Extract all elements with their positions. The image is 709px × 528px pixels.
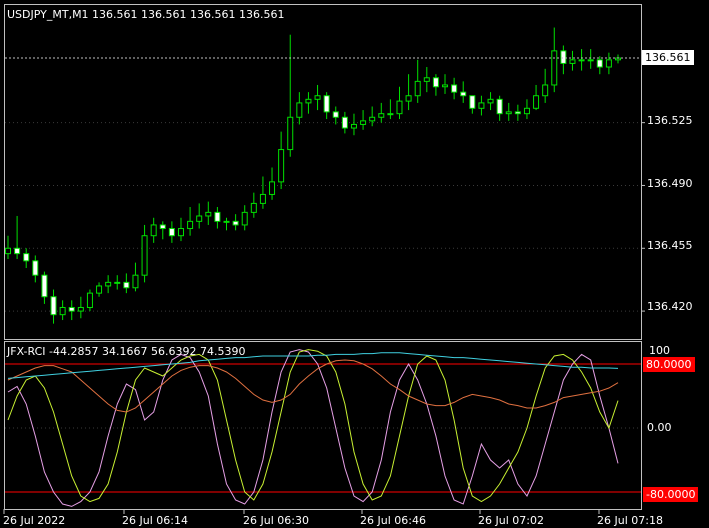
candle-body bbox=[5, 247, 11, 255]
chart-window[interactable]: USDJPY_MT,M1 136.561 136.561 136.561 136… bbox=[0, 0, 709, 528]
time-label: 26 Jul 2022 bbox=[3, 514, 66, 527]
candle-body bbox=[551, 50, 558, 86]
candle-body bbox=[68, 306, 75, 312]
candle-body bbox=[187, 220, 194, 230]
candle-body bbox=[460, 91, 467, 97]
time-label: 26 Jul 07:18 bbox=[597, 514, 663, 527]
candle-body bbox=[596, 59, 603, 68]
price-label: 136.420 bbox=[647, 300, 693, 313]
candle-body bbox=[560, 50, 567, 64]
candle-body bbox=[41, 274, 48, 298]
candle-body bbox=[50, 296, 57, 316]
chart-canvas[interactable] bbox=[0, 0, 709, 528]
candle-body bbox=[223, 220, 230, 223]
candle-body bbox=[141, 235, 148, 276]
candle-body bbox=[168, 228, 175, 237]
candle-body bbox=[387, 113, 394, 116]
candle-body bbox=[414, 80, 421, 97]
candle-body bbox=[123, 281, 130, 289]
candle-body bbox=[478, 102, 485, 109]
candle-body bbox=[132, 274, 139, 289]
candle-body bbox=[451, 84, 458, 93]
candle-body bbox=[86, 292, 93, 308]
candle-body bbox=[341, 116, 348, 129]
candle-body bbox=[278, 149, 285, 183]
candle-body bbox=[542, 84, 549, 97]
candle-body bbox=[378, 113, 385, 118]
candle-body bbox=[569, 59, 576, 64]
candle-body bbox=[32, 260, 39, 276]
candle-body bbox=[332, 111, 339, 118]
candle-body bbox=[442, 84, 449, 88]
indicator-axis-label: 0.00 bbox=[647, 421, 672, 434]
candle-body bbox=[177, 228, 184, 237]
price-label: 136.455 bbox=[647, 239, 693, 252]
price-label: 136.525 bbox=[647, 114, 693, 127]
current-price-tag: 136.561 bbox=[642, 50, 694, 66]
candle-body bbox=[396, 100, 403, 115]
indicator-pane[interactable] bbox=[4, 341, 642, 510]
time-label: 26 Jul 06:30 bbox=[243, 514, 309, 527]
candle-body bbox=[496, 98, 503, 115]
candle-body bbox=[150, 224, 157, 237]
candle-body bbox=[232, 220, 239, 226]
candle-body bbox=[405, 95, 412, 102]
candle-body bbox=[487, 98, 494, 104]
candle-body bbox=[360, 120, 367, 125]
candle-body bbox=[105, 281, 112, 287]
candle-body bbox=[605, 59, 612, 68]
candle-body bbox=[350, 123, 357, 129]
candle-body bbox=[214, 211, 221, 222]
candle-body bbox=[423, 77, 430, 82]
candle-body bbox=[533, 95, 540, 109]
indicator-header: JFX-RCI -44.2857 34.1667 56.6392 74.5390 bbox=[7, 345, 246, 358]
candle-body bbox=[269, 181, 276, 195]
candle-body bbox=[259, 193, 266, 204]
candle-body bbox=[96, 285, 103, 294]
candle-body bbox=[432, 77, 439, 88]
candle-body bbox=[77, 306, 84, 312]
candle-body bbox=[578, 59, 585, 62]
candle-body bbox=[469, 95, 476, 109]
candle-body bbox=[323, 95, 330, 113]
candle-body bbox=[587, 59, 594, 62]
time-label: 26 Jul 06:14 bbox=[122, 514, 188, 527]
main-pane[interactable] bbox=[4, 4, 646, 340]
candle-body bbox=[59, 306, 66, 316]
candle-body bbox=[369, 116, 376, 122]
candle-body bbox=[314, 95, 321, 100]
candle-body bbox=[241, 211, 248, 226]
candle-body bbox=[14, 247, 21, 255]
candle-body bbox=[523, 107, 530, 115]
time-label: 26 Jul 07:02 bbox=[478, 514, 544, 527]
candle-body bbox=[296, 102, 303, 118]
level-tag-lower: -80.0000 bbox=[643, 487, 699, 502]
candle-body bbox=[114, 281, 121, 284]
time-label: 26 Jul 06:46 bbox=[360, 514, 426, 527]
price-label: 136.490 bbox=[647, 177, 693, 190]
candle-body bbox=[205, 211, 212, 217]
candle-body bbox=[305, 98, 312, 104]
level-tag-upper: 80.0000 bbox=[643, 357, 695, 372]
candle-body bbox=[159, 224, 166, 230]
candle-body bbox=[514, 111, 521, 115]
candle-body bbox=[250, 202, 257, 213]
indicator-axis-label: 100 bbox=[649, 344, 670, 357]
candle-body bbox=[196, 215, 203, 222]
candle-body bbox=[505, 111, 512, 115]
candle-body bbox=[287, 116, 294, 151]
main-chart-header: USDJPY_MT,M1 136.561 136.561 136.561 136… bbox=[7, 8, 285, 21]
candle-body bbox=[23, 253, 30, 262]
